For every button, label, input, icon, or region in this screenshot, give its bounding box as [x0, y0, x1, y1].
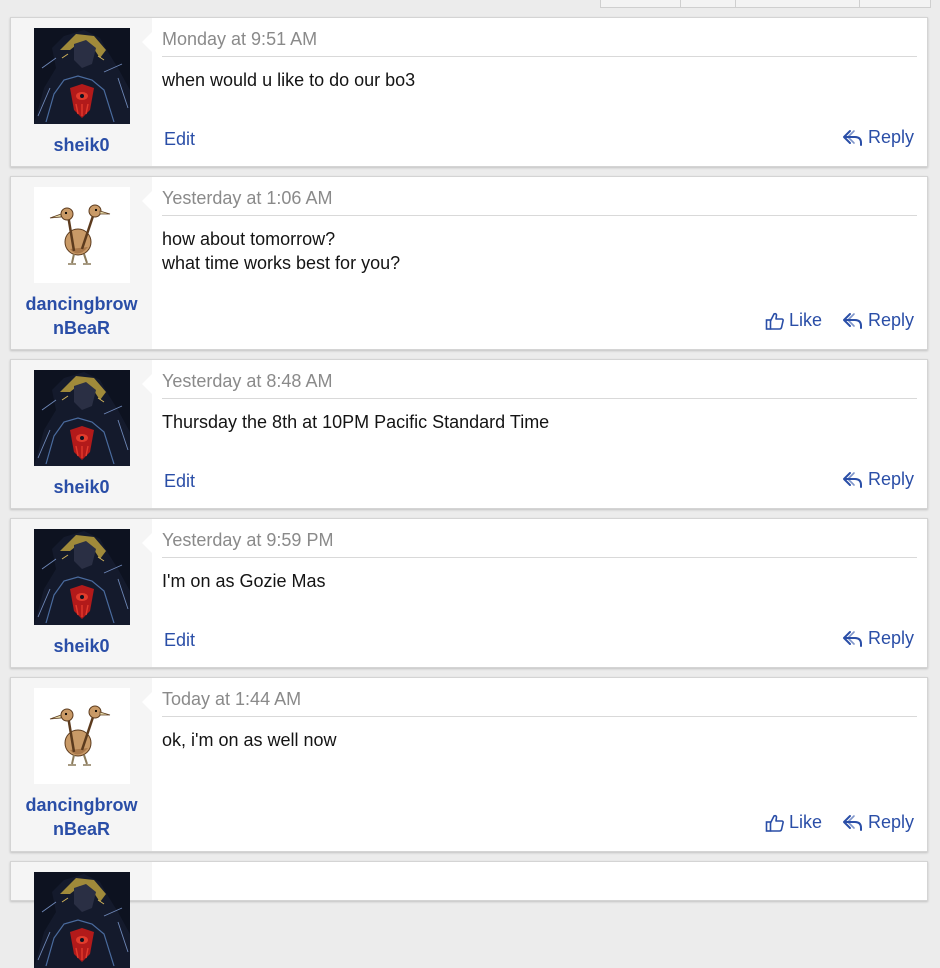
reply-label: Reply: [867, 628, 914, 648]
avatar[interactable]: [34, 872, 130, 968]
username-line: nBeaR: [52, 318, 110, 338]
reply-button[interactable]: Reply: [842, 127, 914, 148]
edit-link[interactable]: Edit: [164, 129, 195, 150]
reply-arrow-icon: [842, 129, 862, 146]
message-content: Yesterday at 8:48 AM Thursday the 8th at…: [162, 360, 917, 508]
toolbar-tab[interactable]: [681, 0, 736, 8]
message: sheik0 Yesterday at 8:48 AM Thursday the…: [10, 359, 928, 509]
like-label: Like: [788, 310, 822, 330]
message-date[interactable]: Yesterday at 8:48 AM: [162, 371, 332, 392]
message-date[interactable]: Yesterday at 1:06 AM: [162, 188, 332, 209]
message-content: Monday at 9:51 AM when would u like to d…: [162, 18, 917, 166]
date-divider: [162, 716, 917, 718]
message-actions: Reply: [842, 628, 914, 649]
message-user-info: dancingbrow nBeaR: [11, 678, 152, 851]
message: dancingbrow nBeaR Today at 1:44 AM ok, i…: [10, 677, 928, 852]
message-actions: Like Reply: [765, 812, 914, 833]
message-content: Yesterday at 9:59 PM I'm on as Gozie Mas…: [162, 519, 917, 667]
message-content: Today at 1:44 AM ok, i'm on as well now …: [162, 678, 917, 851]
username-link[interactable]: sheik0: [19, 634, 144, 658]
message-pointer: [142, 692, 152, 712]
message-text-line: ok, i'm on as well now: [162, 730, 337, 750]
avatar[interactable]: [34, 28, 130, 124]
avatar[interactable]: [34, 529, 130, 625]
reply-button[interactable]: Reply: [842, 469, 914, 490]
reply-button[interactable]: Reply: [842, 628, 914, 649]
message-body: Thursday the 8th at 10PM Pacific Standar…: [162, 410, 549, 434]
toolbar-tab[interactable]: [600, 0, 681, 8]
message-date[interactable]: Today at 1:44 AM: [162, 689, 301, 710]
date-divider: [162, 398, 917, 400]
reply-label: Reply: [867, 310, 914, 330]
top-toolbar-tabs: [600, 0, 931, 8]
message-pointer: [142, 533, 152, 553]
message-body: ok, i'm on as well now: [162, 728, 337, 752]
reply-label: Reply: [867, 812, 914, 832]
reply-button[interactable]: Reply: [842, 310, 914, 331]
message-content: Yesterday at 1:06 AM how about tomorrow?…: [162, 177, 917, 349]
username-link[interactable]: dancingbrow nBeaR: [19, 793, 144, 841]
reply-label: Reply: [867, 469, 914, 489]
like-button[interactable]: Like: [765, 812, 822, 833]
reply-button[interactable]: Reply: [842, 812, 914, 833]
message-body: I'm on as Gozie Mas: [162, 569, 326, 593]
username-line: dancingbrow: [25, 795, 138, 815]
message-date[interactable]: Yesterday at 9:59 PM: [162, 530, 333, 551]
username-line: nBeaR: [52, 819, 110, 839]
username-link[interactable]: dancingbrow nBeaR: [19, 292, 144, 340]
reply-arrow-icon: [842, 471, 862, 488]
message-text-line: what time works best for you?: [162, 253, 401, 273]
date-divider: [162, 215, 917, 217]
thumbs-up-icon: [765, 312, 784, 330]
message-pointer: [142, 191, 152, 211]
message-actions: Like Reply: [765, 310, 914, 331]
reply-arrow-icon: [842, 814, 862, 831]
message-user-info: sheik0: [11, 360, 152, 508]
message: sheik0 Yesterday at 9:59 PM I'm on as Go…: [10, 518, 928, 668]
message-user-info: dancingbrow nBeaR: [11, 177, 152, 349]
message: dancingbrow nBeaR Yesterday at 1:06 AM h…: [10, 176, 928, 350]
message-text-line: how about tomorrow?: [162, 229, 336, 249]
like-button[interactable]: Like: [765, 310, 822, 331]
toolbar-tab[interactable]: [860, 0, 931, 8]
date-divider: [162, 557, 917, 559]
reply-arrow-icon: [842, 312, 862, 329]
date-divider: [162, 56, 917, 58]
edit-link[interactable]: Edit: [164, 471, 195, 492]
message-user-info: sheik0: [11, 519, 152, 667]
message: sheik0 Monday at 9:51 AM when would u li…: [10, 17, 928, 167]
message-pointer: [142, 32, 152, 52]
thumbs-up-icon: [765, 814, 784, 832]
message-actions: Reply: [842, 469, 914, 490]
message-body: how about tomorrow? what time works best…: [162, 227, 400, 275]
reply-arrow-icon: [842, 630, 862, 647]
toolbar-tab[interactable]: [736, 0, 860, 8]
username-link[interactable]: sheik0: [19, 475, 144, 499]
username-link[interactable]: sheik0: [19, 133, 144, 157]
edit-link[interactable]: Edit: [164, 630, 195, 651]
message-text-line: when would u like to do our bo3: [162, 70, 416, 90]
message-pointer: [142, 374, 152, 394]
like-label: Like: [788, 812, 822, 832]
reply-label: Reply: [867, 127, 914, 147]
message-user-info: sheik0: [11, 18, 152, 166]
username-line: dancingbrow: [25, 294, 138, 314]
message-text-line: I'm on as Gozie Mas: [162, 571, 326, 591]
avatar[interactable]: [34, 187, 130, 283]
message-actions: Reply: [842, 127, 914, 148]
avatar[interactable]: [34, 370, 130, 466]
message-user-info: [11, 862, 152, 968]
message-body: when would u like to do our bo3: [162, 68, 415, 92]
message: [10, 861, 928, 968]
message-date[interactable]: Monday at 9:51 AM: [162, 29, 317, 50]
avatar[interactable]: [34, 688, 130, 784]
message-text-line: Thursday the 8th at 10PM Pacific Standar…: [162, 412, 550, 432]
